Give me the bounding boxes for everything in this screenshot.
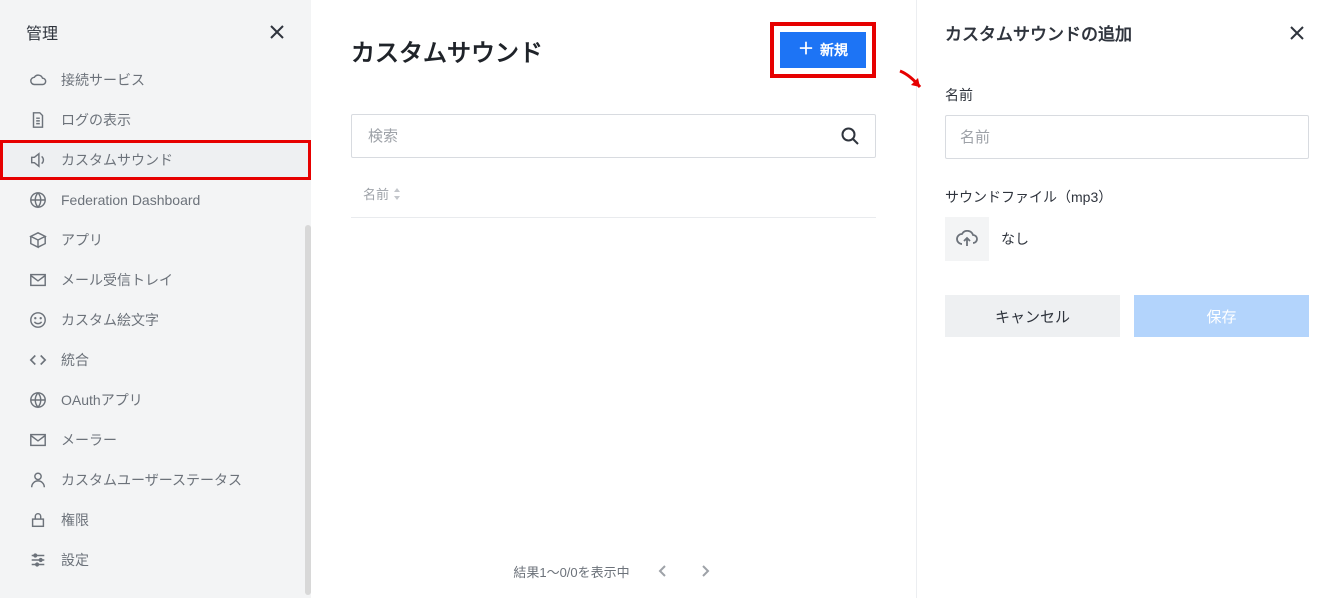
new-button-label: 新規: [820, 40, 848, 60]
sidebar-item-integrations[interactable]: 統合: [0, 340, 311, 380]
sidebar-item-oauth-apps[interactable]: OAuthアプリ: [0, 380, 311, 420]
sidebar-item-email-inboxes[interactable]: メール受信トレイ: [0, 260, 311, 300]
sliders-icon: [29, 551, 47, 569]
sidebar-close-button[interactable]: [269, 24, 285, 40]
sidebar-item-label: Federation Dashboard: [61, 192, 200, 208]
sound-file-status: なし: [1001, 229, 1029, 249]
sidebar-item-label: 権限: [61, 510, 89, 530]
close-icon: [1289, 25, 1305, 41]
sidebar-title: 管理: [26, 20, 58, 44]
user-icon: [29, 471, 47, 489]
sidebar-item-label: OAuthアプリ: [61, 390, 143, 410]
pager-next-button[interactable]: [696, 560, 714, 582]
table-header: 名前: [351, 184, 876, 218]
sidebar-item-label: 設定: [61, 550, 89, 570]
sound-file-label: サウンドファイル（mp3）: [945, 187, 1309, 207]
sidebar-item-label: メール受信トレイ: [61, 270, 173, 290]
sidebar-item-label: 統合: [61, 350, 89, 370]
search-input[interactable]: [351, 114, 876, 158]
add-sound-panel: カスタムサウンドの追加 名前 サウンドファイル（mp3） なし キャンセル 保存: [916, 0, 1337, 598]
new-button[interactable]: ＋ 新規: [780, 32, 866, 68]
sidebar-item-label: アプリ: [61, 230, 103, 250]
mail-icon: [29, 271, 47, 289]
sound-icon: [29, 151, 47, 169]
chevron-right-icon: [700, 564, 710, 578]
save-button[interactable]: 保存: [1134, 295, 1309, 337]
sort-icon: [393, 188, 401, 200]
cancel-button[interactable]: キャンセル: [945, 295, 1120, 337]
sidebar-item-custom-emoji[interactable]: カスタム絵文字: [0, 300, 311, 340]
cloud-upload-icon: [956, 230, 978, 248]
page-title: カスタムサウンド: [351, 33, 543, 68]
doc-icon: [29, 111, 47, 129]
sidebar-item-permissions[interactable]: 権限: [0, 500, 311, 540]
sidebar-item-settings[interactable]: 設定: [0, 540, 311, 580]
code-icon: [29, 351, 47, 369]
cube-icon: [29, 231, 47, 249]
upload-sound-button[interactable]: [945, 217, 989, 261]
lock-icon: [29, 511, 47, 529]
name-field-label: 名前: [945, 85, 1309, 105]
sidebar-item-label: メーラー: [61, 430, 117, 450]
sidebar-item-label: ログの表示: [61, 110, 131, 130]
admin-sidebar: 管理 接続サービスログの表示カスタムサウンド Federation Dashboa…: [0, 0, 311, 598]
globe-icon: [29, 191, 47, 209]
sidebar-item-connected-services[interactable]: 接続サービス: [0, 60, 311, 100]
mail-icon: [29, 431, 47, 449]
emoji-icon: [29, 311, 47, 329]
name-input[interactable]: [945, 115, 1309, 159]
sidebar-item-federation-dashboard[interactable]: Federation Dashboard: [0, 180, 311, 220]
sidebar-item-label: カスタムユーザーステータス: [61, 470, 242, 490]
sidebar-item-label: 接続サービス: [61, 70, 145, 90]
chevron-left-icon: [658, 564, 668, 578]
pager-status: 結果1～0/0を表示中: [513, 562, 629, 581]
sidebar-item-view-logs[interactable]: ログの表示: [0, 100, 311, 140]
main-content: カスタムサウンド ＋ 新規 名前 結果1～0/0を表示中: [311, 0, 916, 598]
sidebar-item-label: カスタム絵文字: [61, 310, 159, 330]
sidebar-item-mailer[interactable]: メーラー: [0, 420, 311, 460]
panel-title: カスタムサウンドの追加: [945, 20, 1132, 45]
search-button[interactable]: [834, 120, 866, 152]
pager: 結果1～0/0を表示中: [351, 542, 876, 598]
pager-prev-button[interactable]: [654, 560, 672, 582]
annotation-highlight-new-button: ＋ 新規: [770, 22, 876, 78]
column-header-name-label: 名前: [363, 184, 389, 203]
sidebar-item-apps[interactable]: アプリ: [0, 220, 311, 260]
globe-icon: [29, 391, 47, 409]
sidebar-item-custom-user-status[interactable]: カスタムユーザーステータス: [0, 460, 311, 500]
column-header-name[interactable]: 名前: [363, 184, 401, 203]
plus-icon: ＋: [798, 42, 814, 58]
panel-close-button[interactable]: [1285, 21, 1309, 45]
sidebar-item-custom-sounds[interactable]: カスタムサウンド: [0, 140, 311, 180]
close-icon: [269, 24, 285, 40]
search-icon: [840, 126, 860, 146]
sidebar-item-label: カスタムサウンド: [61, 150, 173, 170]
cloud-icon: [29, 71, 47, 89]
